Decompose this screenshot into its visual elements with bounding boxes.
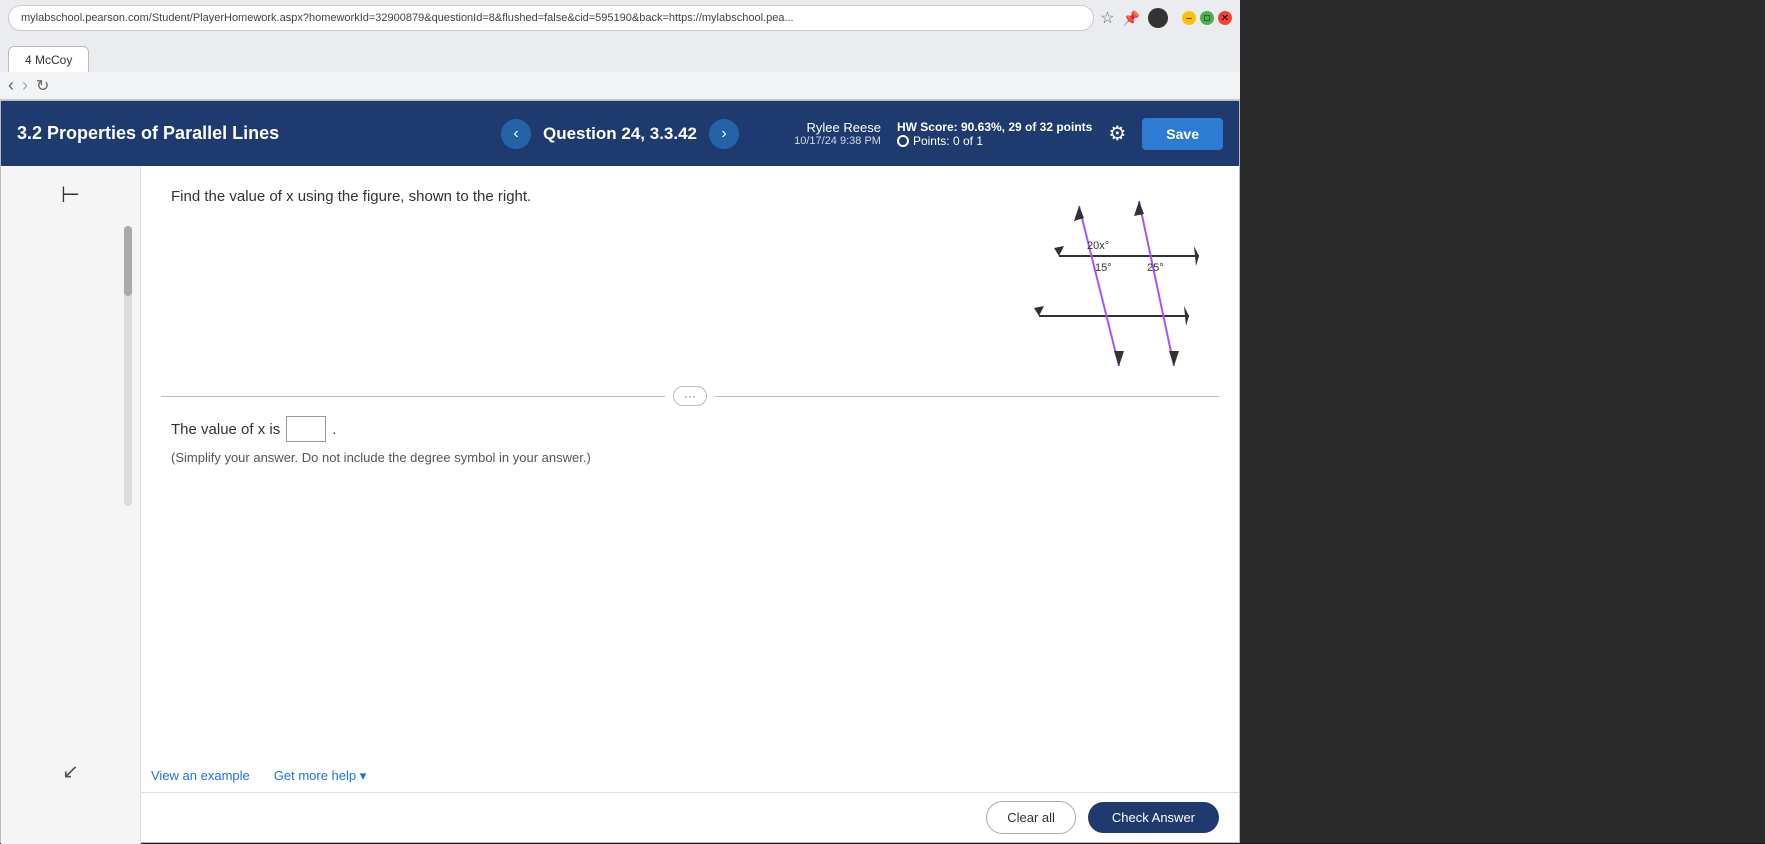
pin-icon[interactable]: 📌: [1123, 10, 1140, 27]
bottom-action-bar: Clear all Check Answer: [141, 792, 1239, 842]
browser-icons: ☆ 📌: [1100, 8, 1168, 28]
divider-line-right: [715, 396, 1219, 397]
save-button[interactable]: Save: [1142, 118, 1223, 150]
get-more-help-link[interactable]: Get more help ▾: [274, 768, 367, 784]
question-text: Find the value of x using the figure, sh…: [171, 186, 771, 209]
main-content: Find the value of x using the figure, sh…: [141, 166, 1239, 844]
star-icon[interactable]: ☆: [1100, 8, 1114, 28]
right-chevron-icon: ›: [721, 125, 726, 143]
header-bar: 3.2 Properties of Parallel Lines ‹ Quest…: [1, 101, 1239, 166]
header-right: Rylee Reese 10/17/24 9:38 PM HW Score: 9…: [794, 118, 1223, 150]
forward-nav-button[interactable]: ›: [22, 75, 28, 96]
app-window: 3.2 Properties of Parallel Lines ‹ Quest…: [0, 100, 1240, 843]
svg-text:25°: 25°: [1147, 262, 1164, 274]
divider-line: [161, 396, 665, 397]
user-name: Rylee Reese: [794, 120, 881, 135]
back-to-start-button[interactable]: ⊢: [61, 182, 80, 208]
scroll-thumb: [124, 226, 132, 296]
dots-icon: ···: [684, 389, 696, 403]
active-tab[interactable]: 4 McCoy: [8, 46, 89, 72]
diagram-area: 20x° 15° 25°: [999, 176, 1219, 376]
gear-icon: ⚙: [1108, 123, 1126, 145]
answer-row: The value of x is .: [171, 416, 591, 442]
answer-prefix: The value of x is: [171, 421, 280, 438]
simplify-note: (Simplify your answer. Do not include th…: [171, 450, 591, 465]
points-label: Points: 0 of 1: [913, 134, 983, 148]
bottom-links: View an example Get more help ▾: [151, 768, 366, 784]
expand-button[interactable]: ···: [673, 386, 707, 406]
refresh-button[interactable]: ↻: [36, 76, 49, 96]
profile-icon[interactable]: [1148, 8, 1168, 28]
score-info: HW Score: 90.63%, 29 of 32 points Points…: [897, 120, 1092, 148]
hw-score: HW Score: 90.63%, 29 of 32 points: [897, 120, 1092, 134]
timestamp: 10/17/24 9:38 PM: [794, 135, 881, 147]
points-line: Points: 0 of 1: [897, 134, 1092, 148]
svg-text:20x°: 20x°: [1087, 240, 1109, 252]
prev-question-button[interactable]: ‹: [501, 119, 531, 149]
clear-all-button[interactable]: Clear all: [986, 801, 1076, 834]
check-answer-button[interactable]: Check Answer: [1088, 802, 1219, 833]
scroll-track[interactable]: [124, 226, 132, 506]
maximize-button[interactable]: □: [1200, 11, 1214, 25]
section-title: 3.2 Properties of Parallel Lines: [17, 123, 279, 144]
points-circle-icon: [897, 135, 909, 147]
gear-button[interactable]: ⚙: [1108, 121, 1126, 146]
next-question-button[interactable]: ›: [709, 119, 739, 149]
minimize-button[interactable]: –: [1182, 11, 1196, 25]
content-divider-area: ···: [141, 386, 1239, 406]
left-chevron-icon: ‹: [513, 125, 518, 143]
question-nav: ‹ Question 24, 3.3.42 ›: [501, 119, 739, 149]
svg-text:15°: 15°: [1095, 262, 1112, 274]
cursor-indicator: ↙: [62, 759, 79, 784]
question-label: Question 24, 3.3.42: [543, 124, 697, 144]
browser-url-bar[interactable]: mylabschool.pearson.com/Student/PlayerHo…: [8, 5, 1094, 31]
back-nav-button[interactable]: ‹: [8, 75, 14, 96]
answer-input[interactable]: [286, 416, 326, 442]
window-controls: – □ ✕: [1182, 11, 1232, 25]
period: .: [332, 421, 336, 438]
content-area: ⊢ ↙ Find the value of x using the figure…: [1, 166, 1239, 844]
url-text: mylabschool.pearson.com/Student/PlayerHo…: [21, 12, 794, 24]
parallel-lines-diagram: 20x° 15° 25°: [999, 176, 1219, 376]
view-example-link[interactable]: View an example: [151, 768, 250, 784]
close-button[interactable]: ✕: [1218, 11, 1232, 25]
user-info: Rylee Reese 10/17/24 9:38 PM: [794, 120, 881, 147]
left-sidebar: ⊢ ↙: [1, 166, 141, 844]
answer-area: The value of x is . (Simplify your answe…: [171, 416, 591, 465]
tab-title: 4 McCoy: [25, 53, 72, 67]
